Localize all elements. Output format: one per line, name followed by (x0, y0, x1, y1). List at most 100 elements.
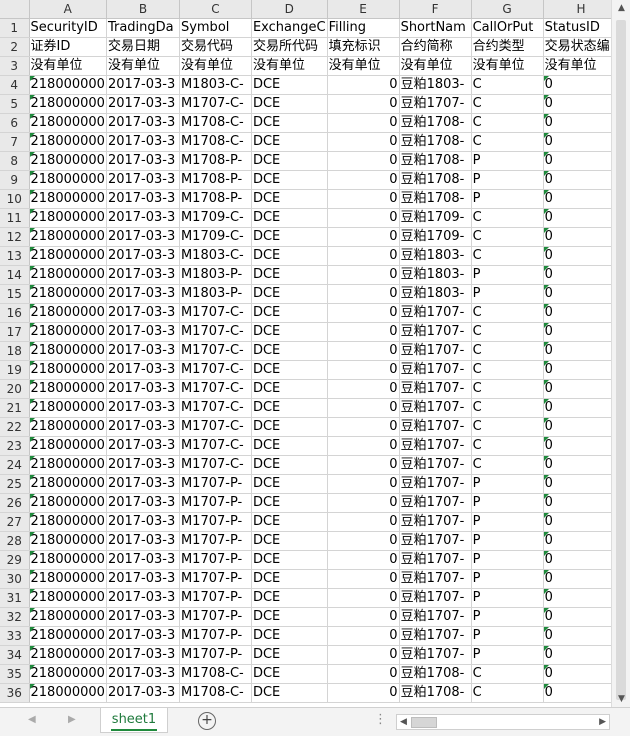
cell-e9[interactable]: 0 (327, 170, 400, 190)
cell-a33[interactable]: 218000000 (29, 626, 107, 646)
cell-c17[interactable]: M1707-C- (179, 322, 252, 342)
cell-d17[interactable]: DCE (251, 322, 328, 342)
cell-d14[interactable]: DCE (251, 265, 328, 285)
cell-d21[interactable]: DCE (251, 398, 328, 418)
cell-g27[interactable]: P (471, 512, 544, 532)
cell-c9[interactable]: M1708-P- (179, 170, 252, 190)
cell-h23[interactable]: 0 (543, 436, 620, 456)
cell-f29[interactable]: 豆粕1707- (399, 550, 472, 570)
cell-g12[interactable]: C (471, 227, 544, 247)
arrow-left-icon[interactable]: ◀ (400, 715, 407, 729)
cell-b32[interactable]: 2017-03-3 (106, 607, 180, 627)
cell-a10[interactable]: 218000000 (29, 189, 107, 209)
cell-e18[interactable]: 0 (327, 341, 400, 361)
cell-h31[interactable]: 0 (543, 588, 620, 608)
cell-a16[interactable]: 218000000 (29, 303, 107, 323)
row-header[interactable]: 23 (0, 436, 30, 456)
cell-h18[interactable]: 0 (543, 341, 620, 361)
row-header[interactable]: 4 (0, 75, 30, 95)
cell-f1[interactable]: ShortNam (399, 18, 472, 38)
cell-a6[interactable]: 218000000 (29, 113, 107, 133)
cell-b5[interactable]: 2017-03-3 (106, 94, 180, 114)
cell-d15[interactable]: DCE (251, 284, 328, 304)
cell-b19[interactable]: 2017-03-3 (106, 360, 180, 380)
cell-b35[interactable]: 2017-03-3 (106, 664, 180, 684)
cell-d10[interactable]: DCE (251, 189, 328, 209)
cell-a9[interactable]: 218000000 (29, 170, 107, 190)
cell-c29[interactable]: M1707-P- (179, 550, 252, 570)
cell-g10[interactable]: P (471, 189, 544, 209)
cell-f8[interactable]: 豆粕1708- (399, 151, 472, 171)
cell-g5[interactable]: C (471, 94, 544, 114)
horizontal-scroll-thumb[interactable] (411, 717, 437, 728)
cell-e10[interactable]: 0 (327, 189, 400, 209)
cell-g32[interactable]: P (471, 607, 544, 627)
cell-c21[interactable]: M1707-C- (179, 398, 252, 418)
cell-d30[interactable]: DCE (251, 569, 328, 589)
cell-d13[interactable]: DCE (251, 246, 328, 266)
cell-b24[interactable]: 2017-03-3 (106, 455, 180, 475)
cell-b6[interactable]: 2017-03-3 (106, 113, 180, 133)
cell-a15[interactable]: 218000000 (29, 284, 107, 304)
cell-b7[interactable]: 2017-03-3 (106, 132, 180, 152)
cell-h27[interactable]: 0 (543, 512, 620, 532)
row-header[interactable]: 34 (0, 645, 30, 665)
cell-d16[interactable]: DCE (251, 303, 328, 323)
row-header[interactable]: 21 (0, 398, 30, 418)
cell-c32[interactable]: M1707-P- (179, 607, 252, 627)
cell-e19[interactable]: 0 (327, 360, 400, 380)
cell-c13[interactable]: M1803-C- (179, 246, 252, 266)
cell-f21[interactable]: 豆粕1707- (399, 398, 472, 418)
cell-e8[interactable]: 0 (327, 151, 400, 171)
cell-h19[interactable]: 0 (543, 360, 620, 380)
cell-c11[interactable]: M1709-C- (179, 208, 252, 228)
cell-c22[interactable]: M1707-C- (179, 417, 252, 437)
row-header[interactable]: 9 (0, 170, 30, 190)
cell-f23[interactable]: 豆粕1707- (399, 436, 472, 456)
cell-f13[interactable]: 豆粕1803- (399, 246, 472, 266)
row-header[interactable]: 26 (0, 493, 30, 513)
cell-g8[interactable]: P (471, 151, 544, 171)
cell-c34[interactable]: M1707-P- (179, 645, 252, 665)
cell-d20[interactable]: DCE (251, 379, 328, 399)
cell-c10[interactable]: M1708-P- (179, 189, 252, 209)
cell-b13[interactable]: 2017-03-3 (106, 246, 180, 266)
cell-a28[interactable]: 218000000 (29, 531, 107, 551)
cell-e23[interactable]: 0 (327, 436, 400, 456)
cell-c15[interactable]: M1803-P- (179, 284, 252, 304)
cell-f27[interactable]: 豆粕1707- (399, 512, 472, 532)
row-header[interactable]: 25 (0, 474, 30, 494)
cell-h25[interactable]: 0 (543, 474, 620, 494)
cell-a12[interactable]: 218000000 (29, 227, 107, 247)
column-header-b[interactable]: B (106, 0, 180, 19)
cell-h2[interactable]: 交易状态编 (543, 37, 620, 57)
cell-a14[interactable]: 218000000 (29, 265, 107, 285)
cell-h7[interactable]: 0 (543, 132, 620, 152)
cell-h14[interactable]: 0 (543, 265, 620, 285)
cell-h1[interactable]: StatusID (543, 18, 620, 38)
cell-g14[interactable]: P (471, 265, 544, 285)
cell-f26[interactable]: 豆粕1707- (399, 493, 472, 513)
cell-g30[interactable]: P (471, 569, 544, 589)
column-header-e[interactable]: E (327, 0, 400, 19)
cell-f2[interactable]: 合约简称 (399, 37, 472, 57)
row-header[interactable]: 18 (0, 341, 30, 361)
cell-a2[interactable]: 证券ID (29, 37, 107, 57)
cell-h21[interactable]: 0 (543, 398, 620, 418)
cell-a35[interactable]: 218000000 (29, 664, 107, 684)
cell-b21[interactable]: 2017-03-3 (106, 398, 180, 418)
cell-b2[interactable]: 交易日期 (106, 37, 180, 57)
cell-h28[interactable]: 0 (543, 531, 620, 551)
cell-a26[interactable]: 218000000 (29, 493, 107, 513)
cell-h5[interactable]: 0 (543, 94, 620, 114)
column-header-h[interactable]: H (543, 0, 620, 19)
row-header[interactable]: 12 (0, 227, 30, 247)
row-header[interactable]: 17 (0, 322, 30, 342)
cell-f16[interactable]: 豆粕1707- (399, 303, 472, 323)
arrow-right-icon[interactable]: ▶ (599, 715, 606, 729)
cell-f17[interactable]: 豆粕1707- (399, 322, 472, 342)
column-header-d[interactable]: D (251, 0, 328, 19)
cell-d4[interactable]: DCE (251, 75, 328, 95)
row-header[interactable]: 35 (0, 664, 30, 684)
row-header[interactable]: 7 (0, 132, 30, 152)
